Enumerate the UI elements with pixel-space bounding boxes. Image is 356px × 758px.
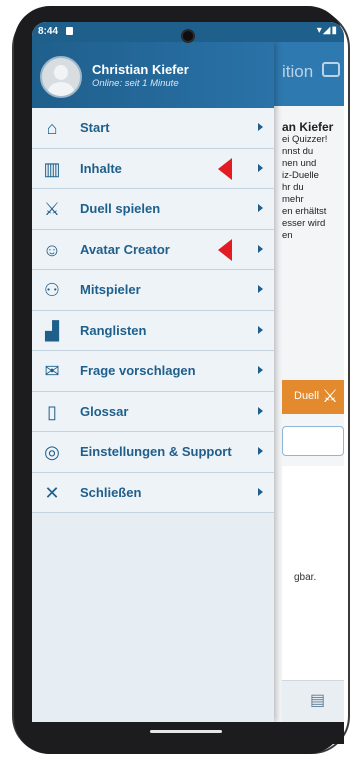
avatar-body — [48, 82, 74, 96]
menu-item-inhalte[interactable]: ▥ Inhalte — [32, 148, 274, 189]
status-time: 8:44 — [38, 26, 59, 37]
menu-item-avatar-creator[interactable]: ☺ Avatar Creator — [32, 229, 274, 270]
home-icon: ⌂ — [46, 118, 58, 138]
availability-text: gbar. — [294, 572, 317, 583]
menu-item-label: Glossar — [80, 403, 129, 419]
duel-button[interactable]: Duell ⚔ — [282, 380, 344, 414]
menu-item-glossar[interactable]: ▯ Glossar — [32, 391, 274, 432]
drawer-header: Christian Kiefer Online: seit 1 Minute — [32, 42, 274, 108]
menu-item-label: Inhalte — [80, 160, 122, 176]
menu-item-duell-spielen[interactable]: ⚔ Duell spielen — [32, 189, 274, 230]
screen: ition an Kiefer ei Quizzer! nnst du nen … — [32, 22, 344, 722]
menu-item-label: Mitspieler — [80, 282, 141, 297]
chevron-right-icon — [258, 123, 263, 131]
duel-button-label: Duell — [294, 390, 320, 402]
welcome-card-title: an Kiefer — [282, 120, 334, 134]
drawer-menu: ⌂ Start ▥ Inhalte ⚔ Duell spielen ☺ Avat… — [32, 108, 274, 513]
chevron-right-icon — [258, 406, 263, 415]
avatar[interactable] — [40, 56, 82, 98]
players-icon: ⚇ — [43, 280, 61, 300]
app-header-title: ition — [282, 62, 314, 81]
avatar-head — [54, 65, 68, 80]
chevron-right-icon — [258, 447, 263, 455]
crossed-swords-icon: ⚔ — [43, 199, 61, 219]
red-pointer-marker — [218, 238, 232, 261]
menu-item-mitspieler[interactable]: ⚇ Mitspieler — [32, 270, 274, 311]
chevron-right-icon — [258, 244, 263, 253]
chevron-right-icon — [258, 366, 263, 374]
content-icon: ▥ — [43, 158, 61, 179]
welcome-card-text: ei Quizzer! nnst du nen und iz-Duelle hr… — [282, 134, 328, 241]
menu-item-schliessen[interactable]: ✕ Schließen — [32, 472, 274, 513]
menu-item-label: Frage vorschlagen — [80, 363, 196, 378]
navigation-drawer: Christian Kiefer Online: seit 1 Minute ⌂… — [32, 42, 274, 722]
chevron-right-icon — [258, 487, 263, 496]
close-icon: ✕ — [44, 482, 60, 503]
home-indicator[interactable] — [150, 730, 222, 733]
menu-item-label: Einstellungen & Support — [80, 444, 232, 459]
menu-item-label: Duell spielen — [80, 201, 161, 216]
chevron-right-icon — [258, 204, 263, 212]
menu-item-ranglisten[interactable]: ▟ Ranglisten — [32, 310, 274, 351]
envelope-icon: ✉ — [44, 361, 60, 381]
chevron-right-icon — [258, 325, 263, 334]
podium-icon: ▟ — [45, 320, 59, 341]
menu-item-label: Ranglisten — [80, 322, 147, 338]
user-name: Christian Kiefer — [92, 62, 189, 77]
background-box[interactable] — [282, 426, 344, 456]
user-status: Online: seit 1 Minute — [92, 78, 179, 89]
red-pointer-marker — [218, 157, 232, 180]
menu-item-frage-vorschlagen[interactable]: ✉ Frage vorschlagen — [32, 351, 274, 392]
menu-item-label: Schließen — [80, 484, 142, 500]
chevron-right-icon — [258, 285, 263, 293]
lifebuoy-icon: ◎ — [44, 442, 60, 462]
chat-icon[interactable] — [322, 62, 340, 77]
status-icons: ▾◢▮ — [316, 25, 338, 36]
crossed-swords-icon: ⚔ — [322, 386, 339, 406]
menu-item-start[interactable]: ⌂ Start — [32, 108, 274, 149]
menu-item-label: Start — [80, 120, 110, 135]
front-camera — [181, 29, 195, 43]
menu-item-einstellungen-support[interactable]: ◎ Einstellungen & Support — [32, 432, 274, 473]
system-navigation-bar — [32, 722, 344, 744]
lock-icon — [66, 27, 73, 35]
menu-item-label: Avatar Creator — [80, 241, 170, 257]
avatar-face-icon: ☺ — [42, 239, 62, 260]
chevron-right-icon — [258, 163, 263, 172]
book-icon: ▯ — [47, 401, 57, 422]
id-card-icon[interactable]: ▤ — [310, 690, 325, 710]
